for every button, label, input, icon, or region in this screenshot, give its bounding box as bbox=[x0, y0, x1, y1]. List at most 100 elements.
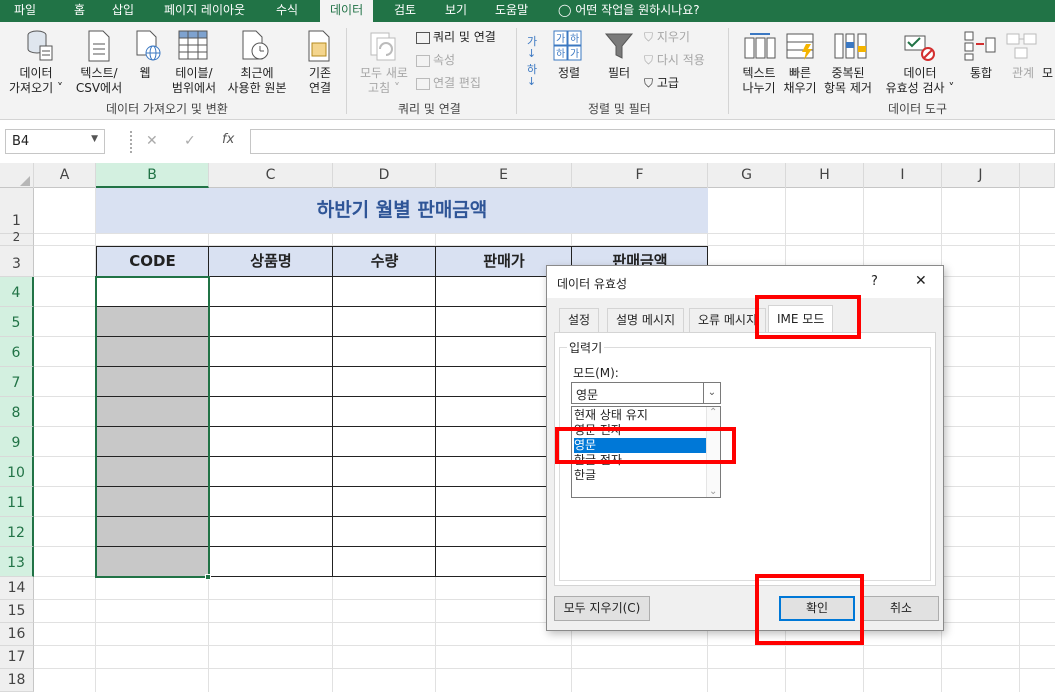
help-icon[interactable]: ? bbox=[871, 274, 878, 289]
row-header-16[interactable]: 16 bbox=[0, 623, 34, 646]
insert-function-icon[interactable]: fx bbox=[222, 132, 234, 147]
tab-help[interactable]: 도움말 bbox=[493, 0, 530, 22]
column-header-k[interactable] bbox=[1020, 163, 1055, 188]
group-separator bbox=[728, 28, 729, 114]
reapply-icon: ⛉ bbox=[644, 53, 654, 67]
text-csv-button[interactable]: 텍스트/CSV에서 bbox=[74, 66, 124, 96]
scroll-down-icon[interactable]: ⌄ bbox=[709, 486, 717, 497]
svg-text:하: 하 bbox=[570, 32, 579, 45]
column-header-j[interactable]: J bbox=[942, 163, 1020, 188]
option-keep-current[interactable]: 현재 상태 유지 bbox=[574, 408, 704, 423]
row-header-9[interactable]: 9 bbox=[0, 427, 34, 457]
header-code[interactable]: CODE bbox=[96, 246, 209, 277]
tab-formulas[interactable]: 수식 bbox=[274, 0, 300, 22]
tab-home[interactable]: 홈 bbox=[72, 0, 87, 22]
header-product-name[interactable]: 상품명 bbox=[209, 246, 333, 277]
table-range-button[interactable]: 테이블/범위에서 bbox=[166, 66, 222, 96]
consolidate-button[interactable]: 통합 bbox=[966, 66, 996, 81]
properties-icon bbox=[416, 54, 430, 67]
row-header-10[interactable]: 10 bbox=[0, 457, 34, 487]
get-data-button[interactable]: 데이터 가져오기 ˅ bbox=[8, 66, 64, 96]
header-quantity[interactable]: 수량 bbox=[333, 246, 436, 277]
tab-file[interactable]: 파일 bbox=[12, 0, 38, 22]
sheet-title[interactable]: 하반기 월별 판매금액 bbox=[96, 188, 708, 233]
row-header-11[interactable]: 11 bbox=[0, 487, 34, 517]
tab-insert[interactable]: 삽입 bbox=[110, 0, 136, 22]
clear-filter-icon: ⛉ bbox=[644, 30, 654, 44]
tab-input-message[interactable]: 설명 메시지 bbox=[607, 308, 685, 332]
tab-review[interactable]: 검토 bbox=[392, 0, 418, 22]
name-box[interactable]: B4 ▼ bbox=[5, 129, 105, 154]
select-all-corner[interactable] bbox=[0, 163, 34, 188]
column-header-g[interactable]: G bbox=[708, 163, 786, 188]
tab-data[interactable]: 데이터 bbox=[320, 0, 374, 22]
reapply-button[interactable]: ⛉ 다시 적용 bbox=[644, 53, 705, 68]
sort-desc-button[interactable]: 하 ↓ bbox=[527, 64, 537, 88]
formula-input[interactable] bbox=[250, 129, 1055, 154]
advanced-filter-icon: ⛉ bbox=[644, 76, 654, 90]
tab-page-layout[interactable]: 페이지 레이아웃 bbox=[162, 0, 247, 22]
flash-fill-button[interactable]: 빠른 채우기 bbox=[782, 66, 818, 96]
row-header-3[interactable]: 3 bbox=[0, 246, 34, 277]
text-to-columns-button[interactable]: 텍스트 나누기 bbox=[736, 66, 782, 96]
web-button[interactable]: 웹 bbox=[132, 66, 158, 81]
column-header-a[interactable]: A bbox=[34, 163, 96, 188]
fill-handle[interactable] bbox=[205, 574, 211, 580]
column-header-h[interactable]: H bbox=[786, 163, 864, 188]
chevron-down-icon[interactable]: ⌄ bbox=[703, 383, 720, 403]
column-header-b[interactable]: B bbox=[96, 163, 209, 188]
enter-check-icon[interactable]: ✓ bbox=[184, 133, 196, 149]
cancel-button[interactable]: 취소 bbox=[863, 596, 939, 621]
highlight-box-ime-tab bbox=[755, 295, 861, 339]
row-header-8[interactable]: 8 bbox=[0, 397, 34, 427]
queries-connections-button[interactable]: 쿼리 및 연결 bbox=[416, 30, 496, 45]
tab-view[interactable]: 보기 bbox=[443, 0, 469, 22]
clear-all-button[interactable]: 모두 지우기(C) bbox=[554, 596, 650, 621]
existing-connections-button[interactable]: 기존 연결 bbox=[302, 66, 338, 96]
filter-button[interactable]: 필터 bbox=[604, 66, 634, 81]
row-header-13[interactable]: 13 bbox=[0, 547, 34, 577]
option-korean[interactable]: 한글 bbox=[574, 468, 704, 483]
dialog-title: 데이터 유효성 bbox=[557, 277, 628, 291]
edit-links-icon bbox=[416, 77, 430, 90]
refresh-all-button[interactable]: 모두 새로 고침 ˅ bbox=[354, 66, 414, 96]
close-icon[interactable]: ✕ bbox=[915, 273, 927, 289]
recent-sources-button[interactable]: 최근에 사용한 원본 bbox=[224, 66, 290, 96]
remove-duplicates-button[interactable]: 중복된 항목 제거 bbox=[820, 66, 876, 96]
column-header-e[interactable]: E bbox=[436, 163, 572, 188]
row-header-7[interactable]: 7 bbox=[0, 367, 34, 397]
sort-asc-button[interactable]: 가 ↓ bbox=[527, 36, 537, 60]
column-header-f[interactable]: F bbox=[572, 163, 708, 188]
column-header-c[interactable]: C bbox=[209, 163, 333, 188]
data-validation-button[interactable]: 데이터 유효성 검사 ˅ bbox=[878, 66, 962, 96]
column-header-i[interactable]: I bbox=[864, 163, 942, 188]
row-header-2[interactable]: 2 bbox=[0, 231, 34, 246]
row-header-14[interactable]: 14 bbox=[0, 577, 34, 600]
sort-button[interactable]: 정렬 bbox=[554, 66, 584, 81]
row-header-17[interactable]: 17 bbox=[0, 646, 34, 669]
web-icon bbox=[136, 30, 161, 61]
row-header-5[interactable]: 5 bbox=[0, 307, 34, 337]
text-file-icon bbox=[88, 30, 110, 62]
row-header-4[interactable]: 4 bbox=[0, 277, 34, 307]
tell-me-box[interactable]: ◯ 어떤 작업을 원하시나요? bbox=[556, 0, 702, 22]
tab-settings[interactable]: 설정 bbox=[559, 308, 600, 332]
advanced-filter-button[interactable]: ⛉ 고급 bbox=[644, 76, 679, 91]
more-tools-button[interactable]: 모 bbox=[1042, 66, 1055, 81]
grip-handle[interactable] bbox=[130, 131, 134, 153]
highlight-box-english-option bbox=[555, 427, 736, 464]
clear-filter-button[interactable]: ⛉ 지우기 bbox=[644, 30, 690, 45]
properties-button[interactable]: 속성 bbox=[416, 53, 455, 68]
relationships-button[interactable]: 관계 bbox=[1008, 66, 1038, 81]
row-header-15[interactable]: 15 bbox=[0, 600, 34, 623]
edit-links-button[interactable]: 연결 편집 bbox=[416, 76, 481, 91]
chevron-down-icon[interactable]: ▼ bbox=[91, 134, 98, 144]
row-header-18[interactable]: 18 bbox=[0, 669, 34, 692]
row-header-6[interactable]: 6 bbox=[0, 337, 34, 367]
mode-select[interactable]: 영문 ⌄ bbox=[571, 382, 721, 404]
cancel-icon[interactable]: ✕ bbox=[146, 133, 158, 149]
row-header-1[interactable]: 1 bbox=[0, 188, 34, 234]
row-header-12[interactable]: 12 bbox=[0, 517, 34, 547]
column-header-d[interactable]: D bbox=[333, 163, 436, 188]
scroll-up-icon[interactable]: ⌃ bbox=[709, 407, 717, 418]
